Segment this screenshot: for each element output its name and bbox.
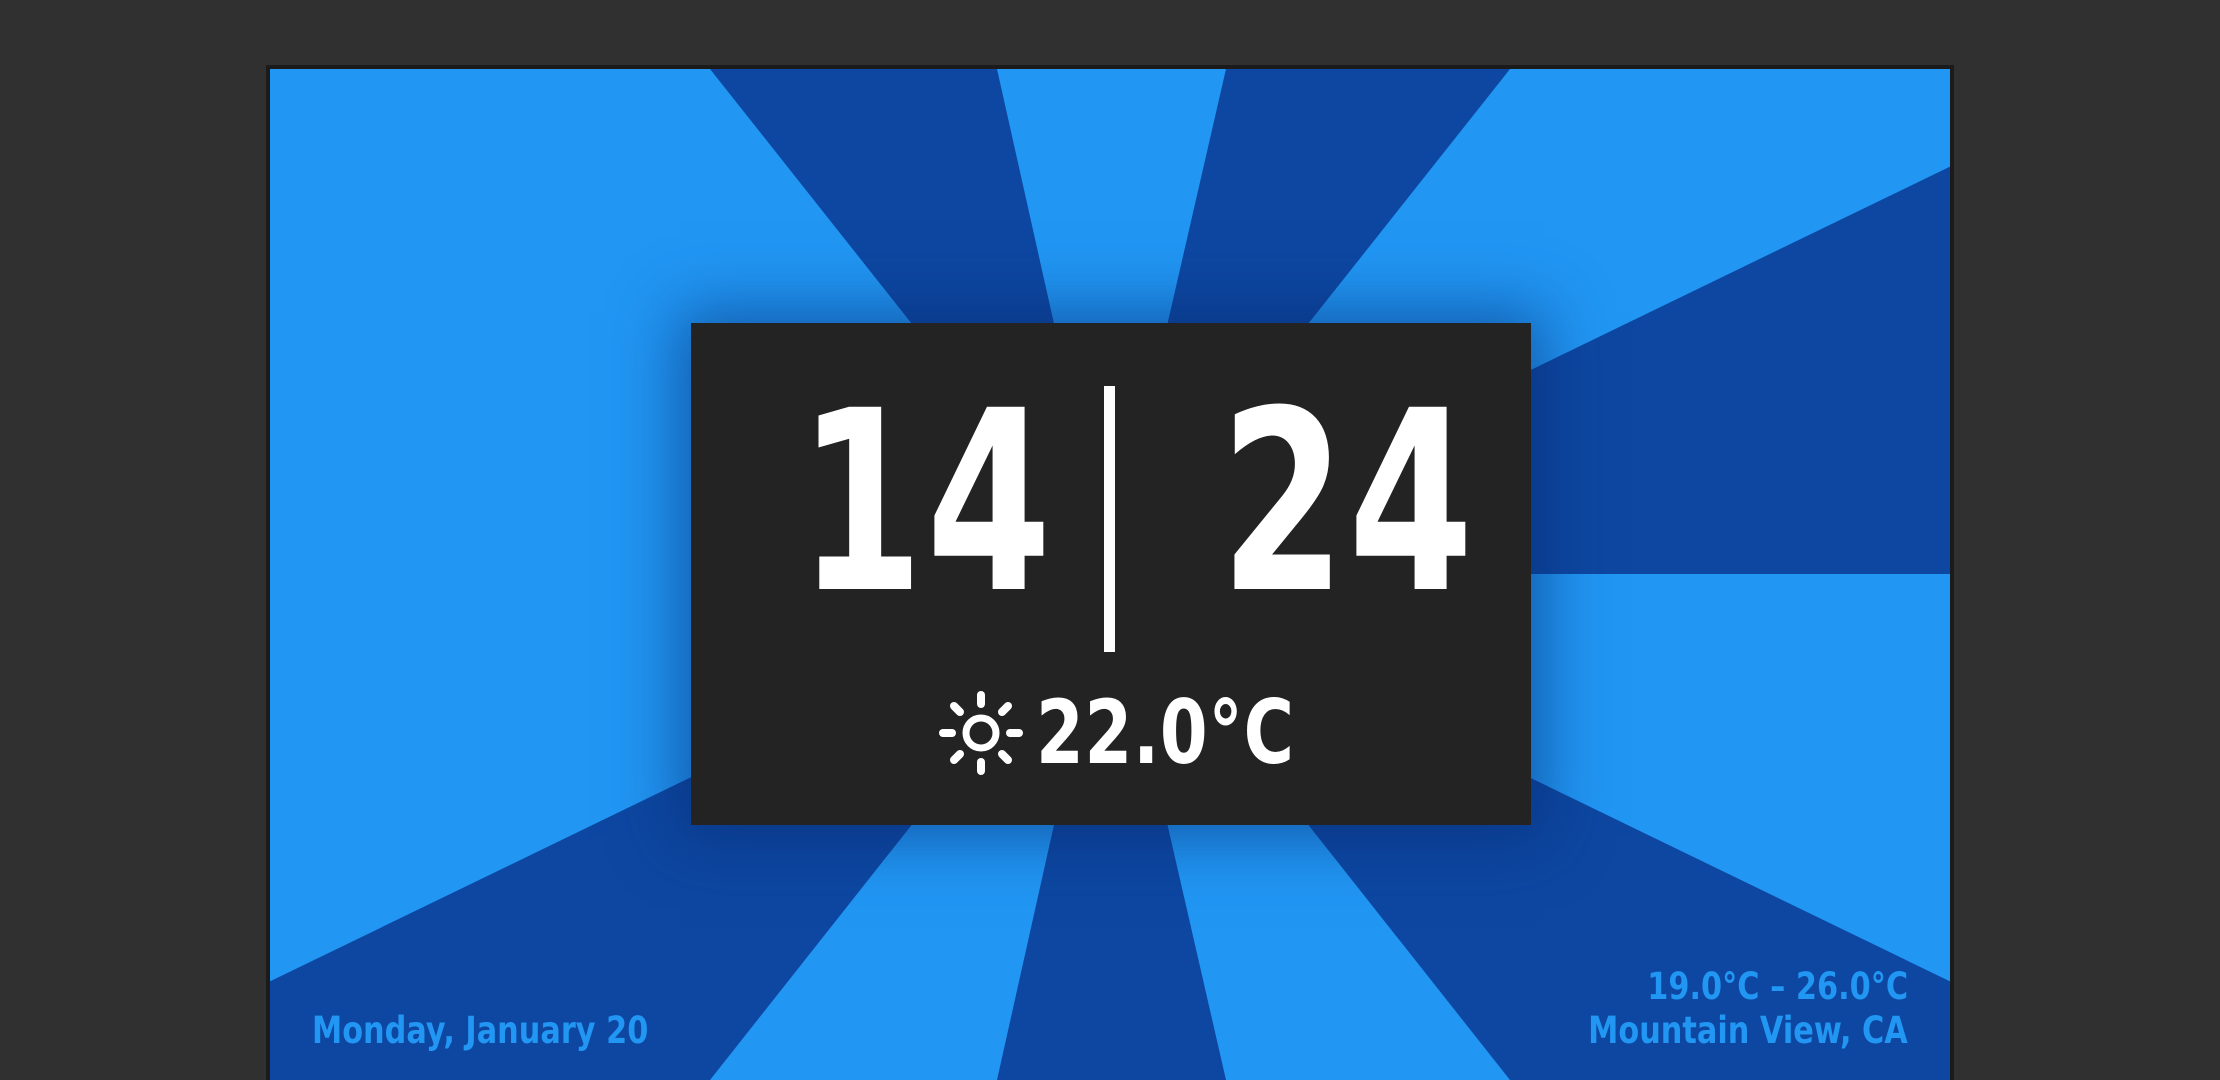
location-label: Mountain View, CA (1588, 1009, 1908, 1052)
temperature-range: 19.0°C – 26.0°C (1647, 965, 1908, 1008)
clock-divider (1104, 386, 1115, 652)
current-weather: 22.0°C (691, 685, 1531, 781)
clock-minutes: 24 (1220, 357, 1477, 648)
clock-card: 14 24 22.0°C (691, 323, 1531, 825)
date-label: Monday, January 20 (312, 1009, 649, 1052)
clock-hours: 14 (798, 357, 1055, 648)
clock-screen: 14 24 22.0°C Monday, January 20 19.0°C –… (266, 65, 1954, 1080)
current-temperature: 22.0°C (1036, 681, 1295, 784)
sun-icon (939, 691, 1023, 775)
